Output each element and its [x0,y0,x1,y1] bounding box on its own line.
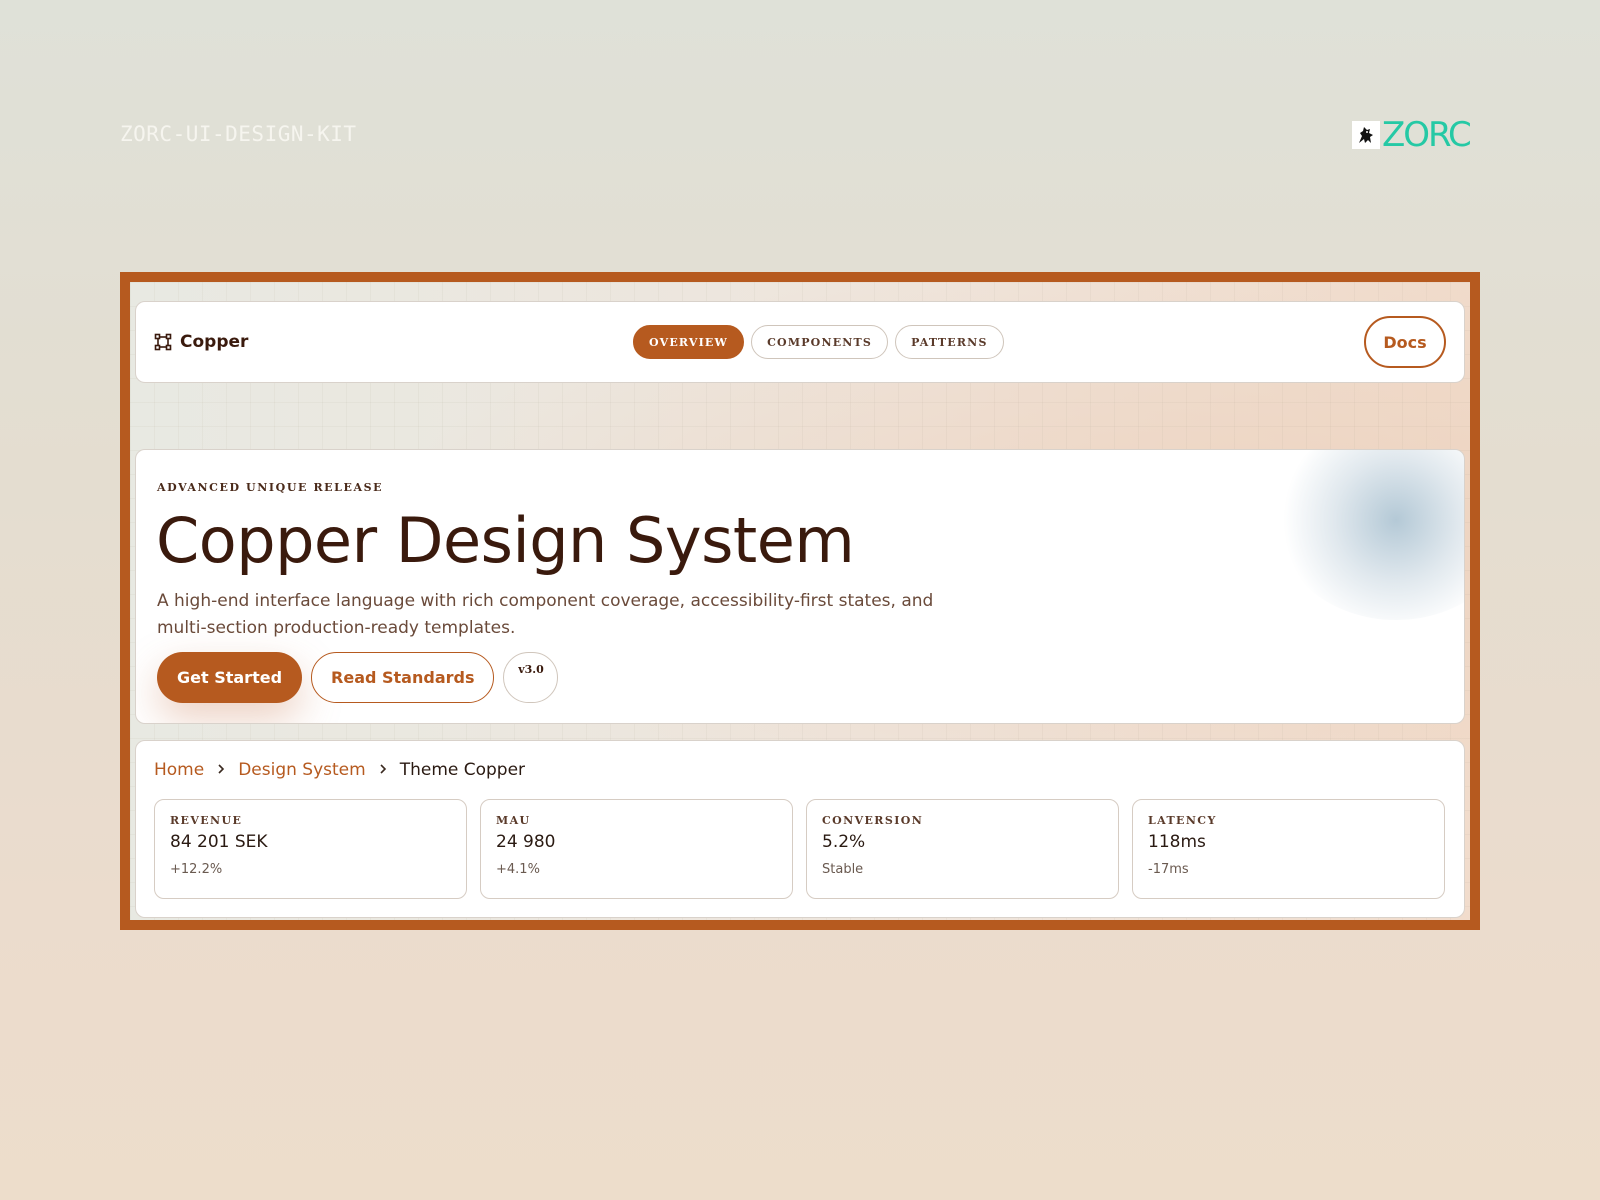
tab-overview[interactable]: OVERVIEW [633,325,745,359]
metric-card-revenue: REVENUE 84 201 SEK +12.2% [154,799,467,899]
tab-patterns[interactable]: PATTERNS [895,325,1004,359]
metric-label: MAU [496,814,531,827]
metric-value: 24 980 [496,832,556,852]
breadcrumb-current: Theme Copper [399,760,526,780]
decorative-blur [1276,450,1464,620]
stats-section: Home Design System Theme Copper REVENUE … [135,740,1465,918]
metric-card-mau: MAU 24 980 +4.1% [480,799,793,899]
metric-card-latency: LATENCY 118ms -17ms [1132,799,1445,899]
metric-label: LATENCY [1148,814,1217,827]
zorc-brand-logo: ZORC [1352,116,1482,154]
logo-text: Copper [180,332,249,352]
metric-delta: Stable [822,862,864,877]
frame-corners-icon [154,333,172,351]
read-standards-button[interactable]: Read Standards [311,652,495,703]
docs-button[interactable]: Docs [1364,316,1446,368]
metric-delta: -17ms [1148,862,1189,877]
breadcrumb-design-system[interactable]: Design System [238,760,366,780]
hero-actions: Get Started Read Standards v3.0 [157,652,559,703]
metric-delta: +12.2% [170,862,223,877]
tab-components[interactable]: COMPONENTS [751,325,889,359]
top-navigation-bar: Copper OVERVIEW COMPONENTS PATTERNS Docs [135,301,1465,383]
breadcrumb-home[interactable]: Home [154,760,204,780]
breadcrumb: Home Design System Theme Copper [154,760,525,780]
metric-label: CONVERSION [822,814,924,827]
chevron-right-icon [378,761,388,779]
metric-card-conversion: CONVERSION 5.2% Stable [806,799,1119,899]
main-nav: OVERVIEW COMPONENTS PATTERNS [633,325,1004,359]
preview-frame: Copper OVERVIEW COMPONENTS PATTERNS Docs… [120,272,1480,930]
design-kit-label: ZORC-UI-DESIGN-KIT [120,122,357,146]
copper-logo[interactable]: Copper [154,332,248,352]
hero-description: A high-end interface language with rich … [157,591,934,638]
metric-value: 5.2% [822,832,866,852]
chevron-right-icon [216,761,226,779]
mascot-icon [1352,121,1380,149]
metric-value: 118ms [1148,832,1206,852]
metrics-grid: REVENUE 84 201 SEK +12.2% MAU 24 980 +4.… [154,799,1445,899]
hero-title: Copper Design System [156,504,855,577]
metric-value: 84 201 SEK [170,832,268,852]
metric-delta: +4.1% [496,862,540,877]
hero-eyebrow: ADVANCED UNIQUE RELEASE [157,481,384,494]
hero-section: ADVANCED UNIQUE RELEASE Copper Design Sy… [135,449,1465,724]
metric-label: REVENUE [170,814,243,827]
brand-wordmark: ZORC [1382,115,1472,155]
version-badge: v3.0 [503,652,559,703]
get-started-button[interactable]: Get Started [157,652,303,703]
